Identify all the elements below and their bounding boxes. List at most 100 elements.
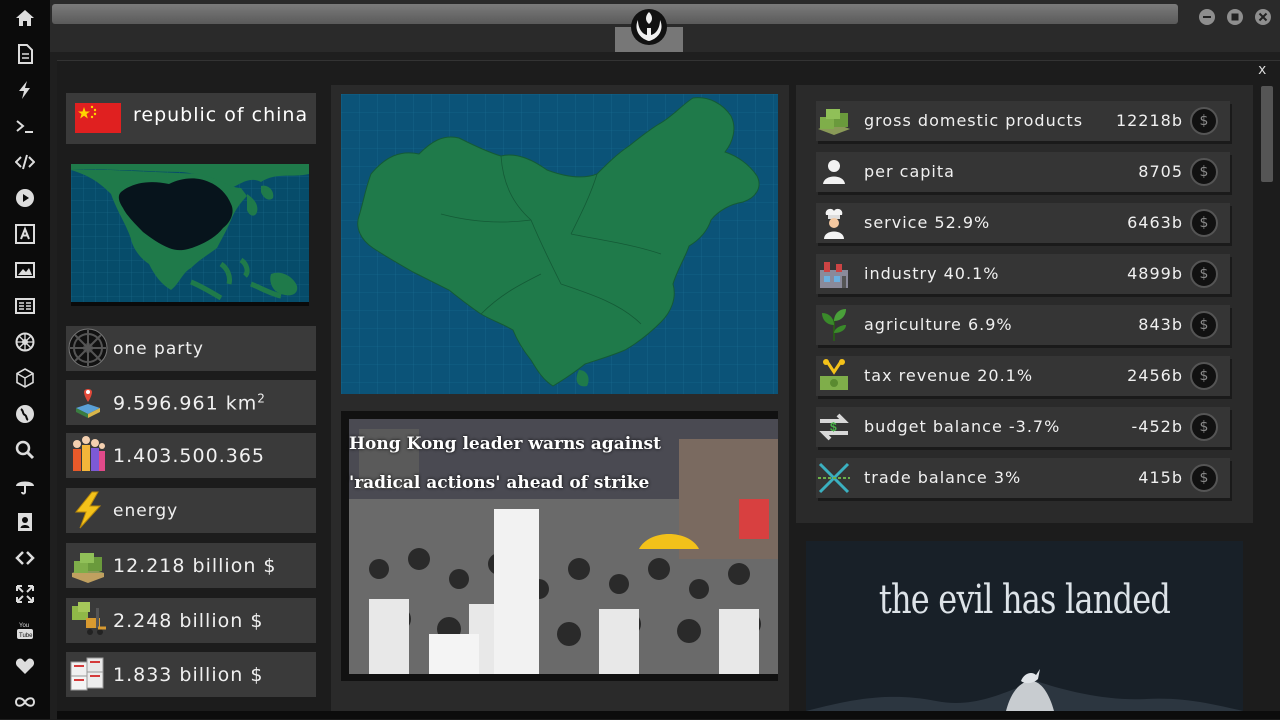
heart-icon[interactable] [13,654,37,678]
lightning-icon [68,490,108,530]
advertisement[interactable]: the evil has landed [806,541,1243,711]
country-map[interactable] [341,94,778,394]
minimize-button[interactable] [1199,9,1215,25]
economy-row[interactable]: industry 40.1% 4899b $ [816,254,1230,294]
area-row[interactable]: 9.596.961 km2 [66,380,316,425]
empire-emblem-icon [68,328,108,368]
economy-value: -452b [1131,417,1183,436]
dollar-coin-icon[interactable]: $ [1190,464,1218,492]
link-icon[interactable] [13,546,37,570]
economy-row[interactable]: trade balance 3% 415b $ [816,458,1230,498]
economy-value: 8705 [1138,162,1183,181]
import-boxes-icon [68,654,108,694]
factory-icon [816,256,852,292]
economy-row[interactable]: tax revenue 20.1% 2456b $ [816,356,1230,396]
terminal-icon[interactable] [13,114,37,138]
budget-arrows-icon: $ [816,409,852,445]
panel-close-button[interactable]: x [1258,62,1266,78]
infinity-icon[interactable] [13,690,37,714]
government-type: one party [113,338,204,359]
locator-map[interactable] [71,164,309,306]
bottom-edge [57,711,1280,719]
economy-row[interactable]: service 52.9% 6463b $ [816,203,1230,243]
country-area: 9.596.961 km2 [113,390,266,415]
economy-label: per capita [864,162,955,181]
money-stack-icon [816,103,852,139]
energy-label: energy [113,500,179,521]
home-icon[interactable] [13,6,37,30]
economy-label: trade balance 3% [864,468,1022,487]
dollar-coin-icon[interactable]: $ [1190,209,1218,237]
ad-headline: the evil has landed [878,577,1171,623]
china-flag-icon [75,103,121,133]
dollar-coin-icon[interactable]: $ [1190,260,1218,288]
imports-row[interactable]: 1.833 billion $ [66,652,316,697]
play-icon[interactable] [13,186,37,210]
economy-label: service 52.9% [864,213,991,232]
address-bar[interactable] [52,4,1178,24]
newspaper-icon[interactable] [13,294,37,318]
dollar-coin-icon[interactable]: $ [1190,107,1218,135]
news-headline[interactable]: Hong Kong leader warns against 'radical … [349,425,709,503]
dollar-coin-icon[interactable]: $ [1190,311,1218,339]
economy-value: 6463b [1127,213,1183,232]
map-pin-icon [68,382,108,422]
dollar-coin-icon[interactable]: $ [1190,413,1218,441]
dollar-coin-icon[interactable]: $ [1190,158,1218,186]
empire-icon[interactable] [13,330,37,354]
scrollbar[interactable] [1261,86,1273,182]
gdp-row[interactable]: 12.218 billion $ [66,543,316,588]
population-icon [68,435,108,475]
cube-icon[interactable] [13,366,37,390]
economy-label: gross domestic products [864,111,1084,130]
tax-icon [816,358,852,394]
population-row[interactable]: 1.403.500.365 [66,433,316,478]
close-window-button[interactable] [1255,9,1271,25]
economy-label: budget balance -3.7% [864,417,1061,436]
translate-icon[interactable] [13,222,37,246]
economy-row[interactable]: $ budget balance -3.7% -452b $ [816,407,1230,447]
trade-icon [816,460,852,496]
energy-row[interactable]: energy [66,488,316,533]
sprout-icon [816,307,852,343]
contacts-icon[interactable] [13,510,37,534]
export-forklift-icon [68,600,108,640]
chef-icon [816,205,852,241]
code-icon[interactable] [13,150,37,174]
area-unit-superscript: 2 [257,390,266,405]
globe-icon[interactable] [13,402,37,426]
svg-text:$: $ [830,420,837,434]
exports-row[interactable]: 2.248 billion $ [66,598,316,643]
rebel-logo-icon [630,8,668,46]
imports-value: 1.833 billion $ [113,663,264,686]
economy-value: 2456b [1127,366,1183,385]
country-header: republic of china [66,93,316,144]
youtube-icon[interactable]: You Tube [13,618,37,642]
bolt-icon[interactable] [13,78,37,102]
economy-row[interactable]: per capita 8705 $ [816,152,1230,192]
svg-text:Tube: Tube [19,633,33,639]
country-name: republic of china [133,104,309,126]
search-icon[interactable] [13,438,37,462]
person-icon [816,154,852,190]
economy-label: industry 40.1% [864,264,1000,283]
gdp-value: 12.218 billion $ [113,554,277,577]
economy-value: 415b [1138,468,1183,487]
svg-text:You: You [19,623,29,629]
population-value: 1.403.500.365 [113,444,266,467]
umbrella-icon[interactable] [13,474,37,498]
economy-row[interactable]: gross domestic products 12218b $ [816,101,1230,141]
document-icon[interactable] [13,42,37,66]
expand-icon[interactable] [13,582,37,606]
image-icon[interactable] [13,258,37,282]
economy-label: agriculture 6.9% [864,315,1013,334]
news-card[interactable]: Hong Kong leader warns against 'radical … [341,411,778,681]
dollar-coin-icon[interactable]: $ [1190,362,1218,390]
economy-value: 12218b [1115,111,1183,130]
money-stack-icon [68,545,108,585]
economy-value: 4899b [1127,264,1183,283]
economy-row[interactable]: agriculture 6.9% 843b $ [816,305,1230,345]
government-row[interactable]: one party [66,326,316,371]
maximize-button[interactable] [1227,9,1243,25]
app-sidebar: You Tube [0,0,50,719]
